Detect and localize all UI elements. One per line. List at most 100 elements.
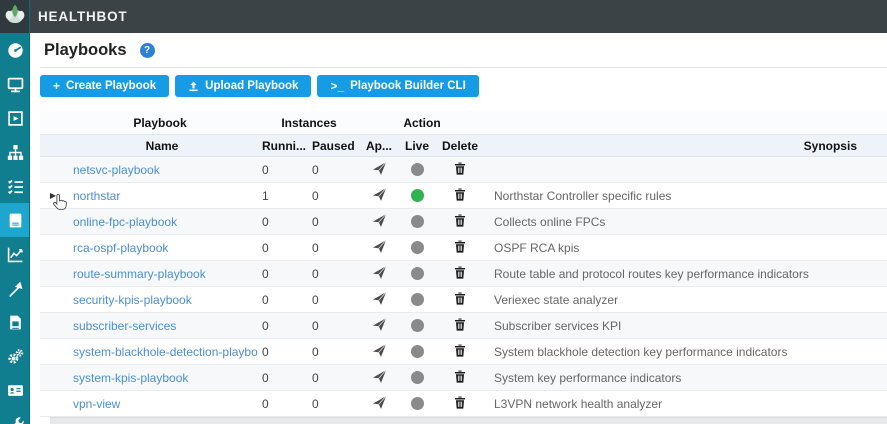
- live-status-dot: [411, 293, 424, 306]
- running-count: 0: [258, 215, 308, 229]
- sidebar-item-reports[interactable]: [0, 305, 30, 339]
- column-name[interactable]: Name: [66, 139, 258, 153]
- terminal-icon: >_: [330, 80, 344, 92]
- column-live[interactable]: Live: [398, 139, 436, 153]
- upload-playbook-button[interactable]: Upload Playbook: [175, 75, 311, 97]
- healthbot-logo[interactable]: [0, 0, 30, 33]
- sidebar-item-debug[interactable]: [0, 407, 30, 424]
- table-row[interactable]: system-kpis-playbook 0 0 System key perf…: [40, 365, 887, 391]
- page-title: Playbooks: [44, 41, 127, 60]
- playbook-name-link[interactable]: online-fpc-playbook: [73, 215, 177, 229]
- table-footer-strip: [50, 417, 887, 424]
- table-row[interactable]: security-kpis-playbook 0 0 Veriexec stat…: [40, 287, 887, 313]
- group-header-instances: Instances: [258, 116, 360, 130]
- sidebar-item-network[interactable]: [0, 135, 30, 169]
- paused-count: 0: [308, 163, 360, 177]
- apply-icon[interactable]: [372, 343, 387, 361]
- sidebar-item-playbooks[interactable]: [0, 203, 30, 237]
- sidebar-item-administration[interactable]: [0, 373, 30, 407]
- sidebar-item-device-groups[interactable]: [0, 101, 30, 135]
- playbook-name-link[interactable]: security-kpis-playbook: [73, 293, 192, 307]
- apply-icon[interactable]: [372, 291, 387, 309]
- expand-arrow-icon[interactable]: ▶: [40, 192, 66, 200]
- playbook-builder-cli-button[interactable]: >_Playbook Builder CLI: [317, 75, 478, 97]
- id-card-icon: [7, 382, 24, 399]
- paused-count: 0: [308, 371, 360, 385]
- table-group-header: Playbook Instances Action: [40, 111, 887, 135]
- live-status-dot: [411, 371, 424, 384]
- running-count: 0: [258, 267, 308, 281]
- live-status-dot: [411, 345, 424, 358]
- playbook-name-link[interactable]: route-summary-playbook: [73, 267, 206, 281]
- apply-icon[interactable]: [372, 161, 387, 179]
- table-row[interactable]: system-blackhole-detection-playbook 0 0 …: [40, 339, 887, 365]
- apply-icon[interactable]: [372, 239, 387, 257]
- table-column-header: Name Runni... Paused Ap... Live Delete S…: [40, 135, 887, 157]
- apply-icon[interactable]: [372, 369, 387, 387]
- table-row[interactable]: rca-ospf-playbook 0 0 OSPF RCA kpis: [40, 235, 887, 261]
- playbook-name-link[interactable]: vpn-view: [73, 397, 120, 411]
- running-count: 0: [258, 345, 308, 359]
- playbook-name-link[interactable]: northstar: [73, 189, 120, 203]
- synopsis-text: Route table and protocol routes key perf…: [484, 267, 887, 281]
- live-status-dot: [411, 241, 424, 254]
- delete-icon[interactable]: [453, 213, 467, 231]
- running-count: 0: [258, 163, 308, 177]
- table-row[interactable]: online-fpc-playbook 0 0 Collects online …: [40, 209, 887, 235]
- column-paused[interactable]: Paused: [308, 139, 360, 153]
- main-area: HEALTHBOT Playbooks ? +Create Playbook Up…: [30, 0, 887, 424]
- toolbar: +Create Playbook Upload Playbook >_Playboo…: [30, 68, 887, 98]
- paused-count: 0: [308, 397, 360, 411]
- delete-icon[interactable]: [453, 343, 467, 361]
- help-icon[interactable]: ?: [140, 43, 155, 58]
- delete-icon[interactable]: [453, 161, 467, 179]
- app-title: HEALTHBOT: [38, 9, 127, 24]
- running-count: 0: [258, 293, 308, 307]
- sidebar-item-dashboard[interactable]: [0, 33, 30, 67]
- synopsis-text: Collects online FPCs: [484, 215, 887, 229]
- playbook-name-link[interactable]: system-blackhole-detection-playbook: [73, 345, 258, 359]
- table-row[interactable]: subscriber-services 0 0 Subscriber servi…: [40, 313, 887, 339]
- playbook-name-link[interactable]: rca-ospf-playbook: [73, 241, 168, 255]
- delete-icon[interactable]: [453, 291, 467, 309]
- sidebar-item-charts[interactable]: [0, 237, 30, 271]
- playbook-name-link[interactable]: subscriber-services: [73, 319, 176, 333]
- apply-icon[interactable]: [372, 213, 387, 231]
- delete-icon[interactable]: [453, 239, 467, 257]
- table-row[interactable]: route-summary-playbook 0 0 Route table a…: [40, 261, 887, 287]
- live-status-dot: [411, 163, 424, 176]
- report-icon: [7, 314, 24, 331]
- running-count: 0: [258, 241, 308, 255]
- sidebar-item-alarms[interactable]: [0, 271, 30, 305]
- running-count: 0: [258, 371, 308, 385]
- sidebar-item-devices[interactable]: [0, 67, 30, 101]
- create-playbook-button[interactable]: +Create Playbook: [40, 75, 169, 97]
- synopsis-text: System key performance indicators: [484, 371, 887, 385]
- playbook-name-link[interactable]: system-kpis-playbook: [73, 371, 188, 385]
- delete-icon[interactable]: [453, 369, 467, 387]
- apply-icon[interactable]: [372, 395, 387, 413]
- live-status-dot: [411, 215, 424, 228]
- column-synopsis[interactable]: Synopsis: [484, 139, 887, 153]
- playbook-name-link[interactable]: netsvc-playbook: [73, 163, 160, 177]
- table-row[interactable]: ▶ northstar 1 0 Northstar Controller spe…: [40, 183, 887, 209]
- delete-icon[interactable]: [453, 187, 467, 205]
- table-row[interactable]: vpn-view 0 0 L3VPN network health analyz…: [40, 391, 887, 417]
- apply-icon[interactable]: [372, 187, 387, 205]
- running-count: 0: [258, 319, 308, 333]
- sidebar-item-settings[interactable]: [0, 339, 30, 373]
- delete-icon[interactable]: [453, 317, 467, 335]
- running-count: 1: [258, 189, 308, 203]
- synopsis-text: Subscriber services KPI: [484, 319, 887, 333]
- sidebar-item-rules[interactable]: [0, 169, 30, 203]
- column-apply[interactable]: Ap...: [360, 139, 398, 153]
- delete-icon[interactable]: [453, 265, 467, 283]
- apply-icon[interactable]: [372, 317, 387, 335]
- column-running[interactable]: Runni...: [258, 139, 308, 153]
- delete-icon[interactable]: [453, 395, 467, 413]
- sidebar-nav: [0, 33, 29, 424]
- table-row[interactable]: netsvc-playbook 0 0: [40, 157, 887, 183]
- synopsis-text: System blackhole detection key performan…: [484, 345, 887, 359]
- apply-icon[interactable]: [372, 265, 387, 283]
- column-delete[interactable]: Delete: [436, 139, 484, 153]
